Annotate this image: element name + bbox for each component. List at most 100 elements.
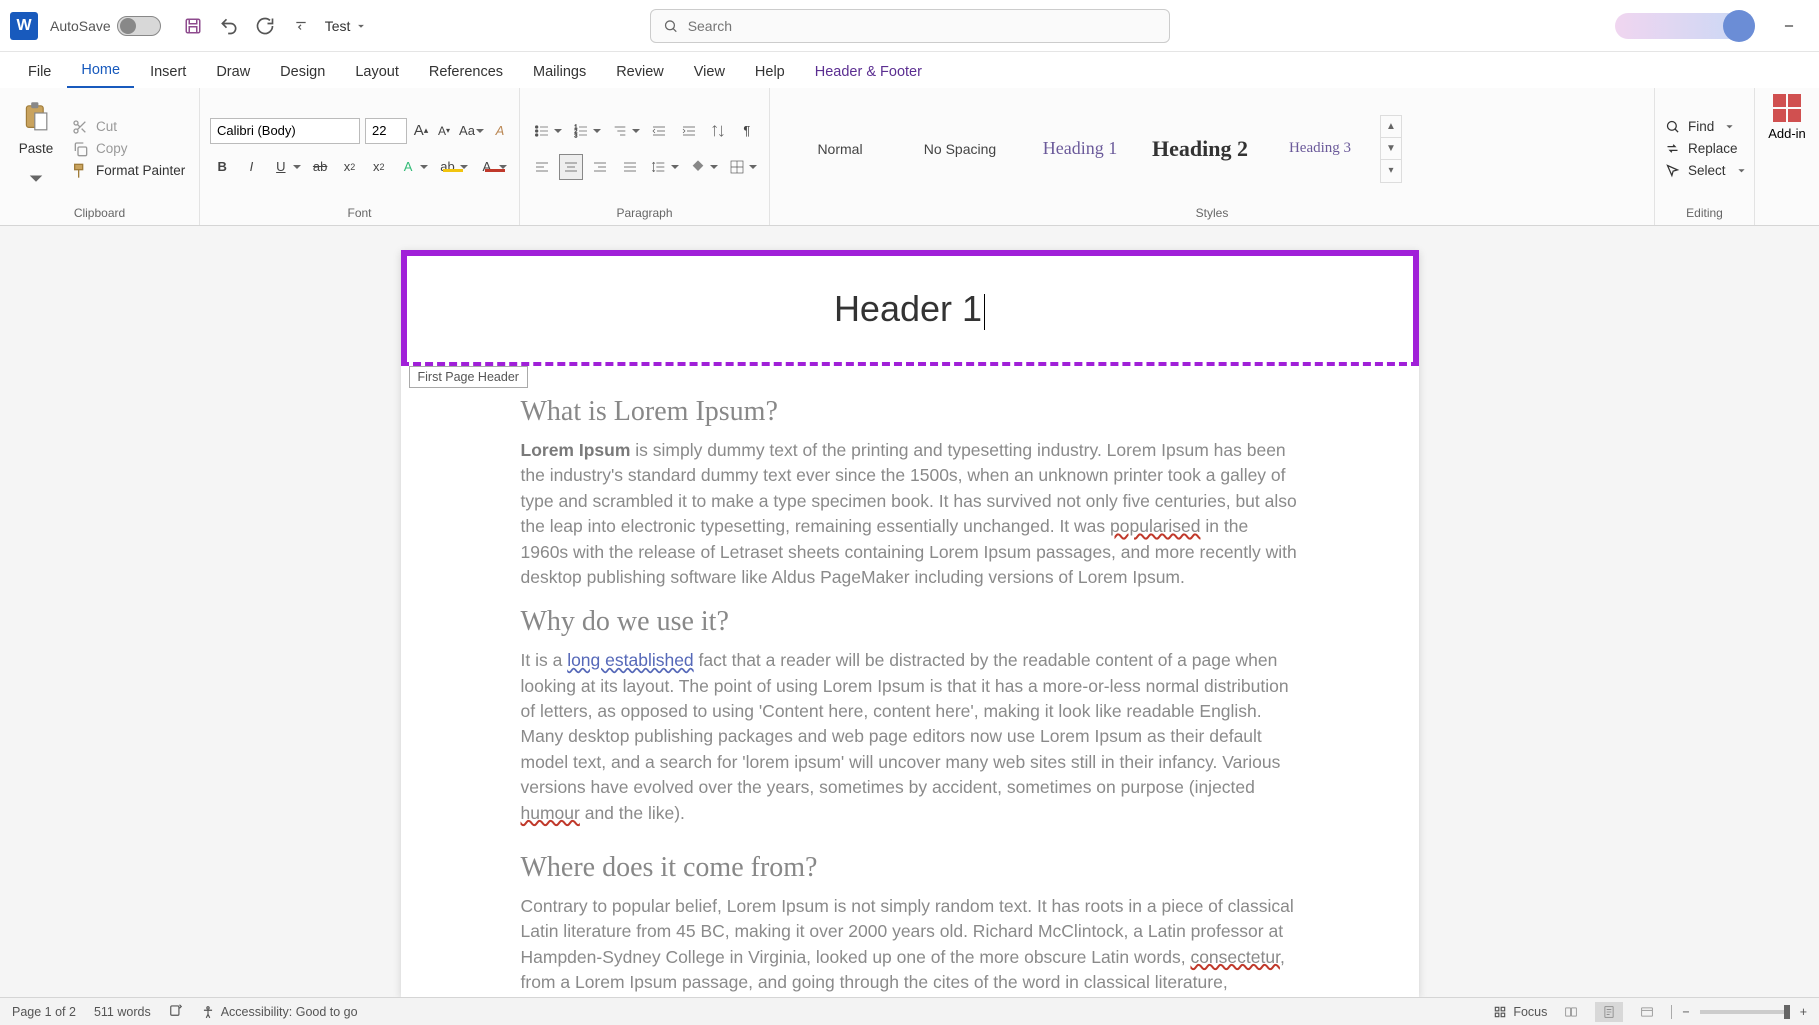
print-layout-icon [1601,1005,1617,1019]
strikethrough-button[interactable]: ab [308,154,332,180]
tab-insert[interactable]: Insert [136,56,200,88]
save-icon[interactable] [181,14,205,38]
tab-home[interactable]: Home [67,54,134,88]
accessibility-icon [201,1005,215,1019]
select-button[interactable]: Select [1665,163,1749,178]
tab-view[interactable]: View [680,56,739,88]
sort-button[interactable] [706,118,730,144]
read-mode-button[interactable] [1557,1002,1585,1022]
grow-font-button[interactable]: A▴ [412,118,430,144]
status-accessibility[interactable]: Accessibility: Good to go [201,1005,358,1019]
status-spellcheck[interactable] [169,1003,183,1020]
styles-group-label: Styles [780,203,1644,223]
focus-mode-button[interactable]: Focus [1493,1005,1547,1019]
shading-button[interactable] [686,154,710,180]
redo-icon[interactable] [253,14,277,38]
align-right-button[interactable] [588,154,612,180]
show-marks-button[interactable]: ¶ [735,118,759,144]
paste-button[interactable]: Paste [10,94,62,203]
replace-button[interactable]: Replace [1665,141,1749,156]
font-name-combo[interactable] [210,118,360,144]
subscript-button[interactable]: x2 [337,154,361,180]
format-painter-button[interactable]: Format Painter [72,163,185,179]
decrease-indent-button[interactable] [647,118,671,144]
align-left-button[interactable] [530,154,554,180]
print-layout-button[interactable] [1595,1002,1623,1022]
tab-review[interactable]: Review [602,56,678,88]
justify-button[interactable] [618,154,642,180]
copy-button[interactable]: Copy [72,141,185,157]
tab-help[interactable]: Help [741,56,799,88]
header-text[interactable]: Header 1 [834,287,985,331]
increase-indent-icon [681,123,697,139]
find-button[interactable]: Find [1665,119,1749,134]
document-area[interactable]: Header 1 First Page Header What is Lorem… [0,226,1819,997]
ribbon: Paste Cut Copy Format Painter Clipboard [0,88,1819,226]
style-no-spacing[interactable]: No Spacing [900,116,1020,182]
style-normal[interactable]: Normal [780,116,900,182]
account-avatar[interactable] [1615,13,1755,39]
group-clipboard: Paste Cut Copy Format Painter Clipboard [0,88,200,225]
tab-layout[interactable]: Layout [341,56,413,88]
line-spacing-button[interactable] [647,154,671,180]
underline-button[interactable]: U [269,154,293,180]
status-page[interactable]: Page 1 of 2 [12,1005,76,1019]
status-bar: Page 1 of 2 511 words Accessibility: Goo… [0,997,1819,1025]
header-zone[interactable]: Header 1 First Page Header [401,250,1419,366]
numbering-button[interactable]: 123 [569,118,593,144]
find-label: Find [1688,119,1714,134]
sort-icon [710,123,726,139]
gallery-more-button[interactable]: ▾ [1381,160,1401,182]
search-box[interactable] [650,9,1170,43]
status-words[interactable]: 511 words [94,1005,151,1019]
multilevel-icon [612,123,628,139]
zoom-slider[interactable] [1700,1010,1790,1014]
tab-file[interactable]: File [14,56,65,88]
heading-why-use: Why do we use it? [521,606,1299,638]
cut-button[interactable]: Cut [72,119,185,135]
superscript-button[interactable]: x2 [367,154,391,180]
focus-label: Focus [1513,1005,1547,1019]
gallery-up-button[interactable]: ▲ [1381,116,1401,138]
document-name[interactable]: Test [325,18,369,34]
style-heading-3[interactable]: Heading 3 [1260,116,1380,182]
tab-header-footer[interactable]: Header & Footer [801,56,936,88]
italic-button[interactable]: I [239,154,263,180]
zoom-in-button[interactable]: + [1800,1005,1807,1019]
bullets-button[interactable] [530,118,554,144]
shrink-font-button[interactable]: A▾ [435,118,453,144]
focus-icon [1493,1005,1507,1019]
tab-mailings[interactable]: Mailings [519,56,600,88]
align-center-button[interactable] [559,154,583,180]
numbering-icon: 123 [573,123,589,139]
tab-references[interactable]: References [415,56,517,88]
font-color-button[interactable]: A [475,154,499,180]
clear-formatting-button[interactable]: A [491,118,509,144]
highlight-button[interactable]: ab [435,154,459,180]
zoom-out-button[interactable]: − [1682,1005,1689,1019]
increase-indent-button[interactable] [677,118,701,144]
style-heading-2[interactable]: Heading 2 [1140,116,1260,182]
paragraph-group-label: Paragraph [530,203,759,223]
paragraph-2: It is a long established fact that a rea… [521,648,1299,826]
tab-draw[interactable]: Draw [202,56,264,88]
multilevel-list-button[interactable] [608,118,632,144]
gallery-down-button[interactable]: ▼ [1381,138,1401,160]
borders-button[interactable] [725,154,749,180]
replace-icon [1665,141,1680,156]
web-layout-button[interactable] [1633,1002,1661,1022]
qat-customize-icon[interactable] [289,14,313,38]
undo-icon[interactable] [217,14,241,38]
change-case-button[interactable]: Aa [458,118,476,144]
font-size-combo[interactable] [365,118,407,144]
text-effects-button[interactable]: A [396,154,420,180]
tab-design[interactable]: Design [266,56,339,88]
style-heading-1[interactable]: Heading 1 [1020,116,1140,182]
text-cursor [984,294,985,330]
minimize-button[interactable] [1769,6,1809,46]
bold-button[interactable]: B [210,154,234,180]
search-input[interactable] [688,18,1157,34]
format-painter-label: Format Painter [96,163,185,178]
autosave-toggle[interactable] [117,16,161,36]
addins-button[interactable]: Add-in [1768,94,1806,203]
